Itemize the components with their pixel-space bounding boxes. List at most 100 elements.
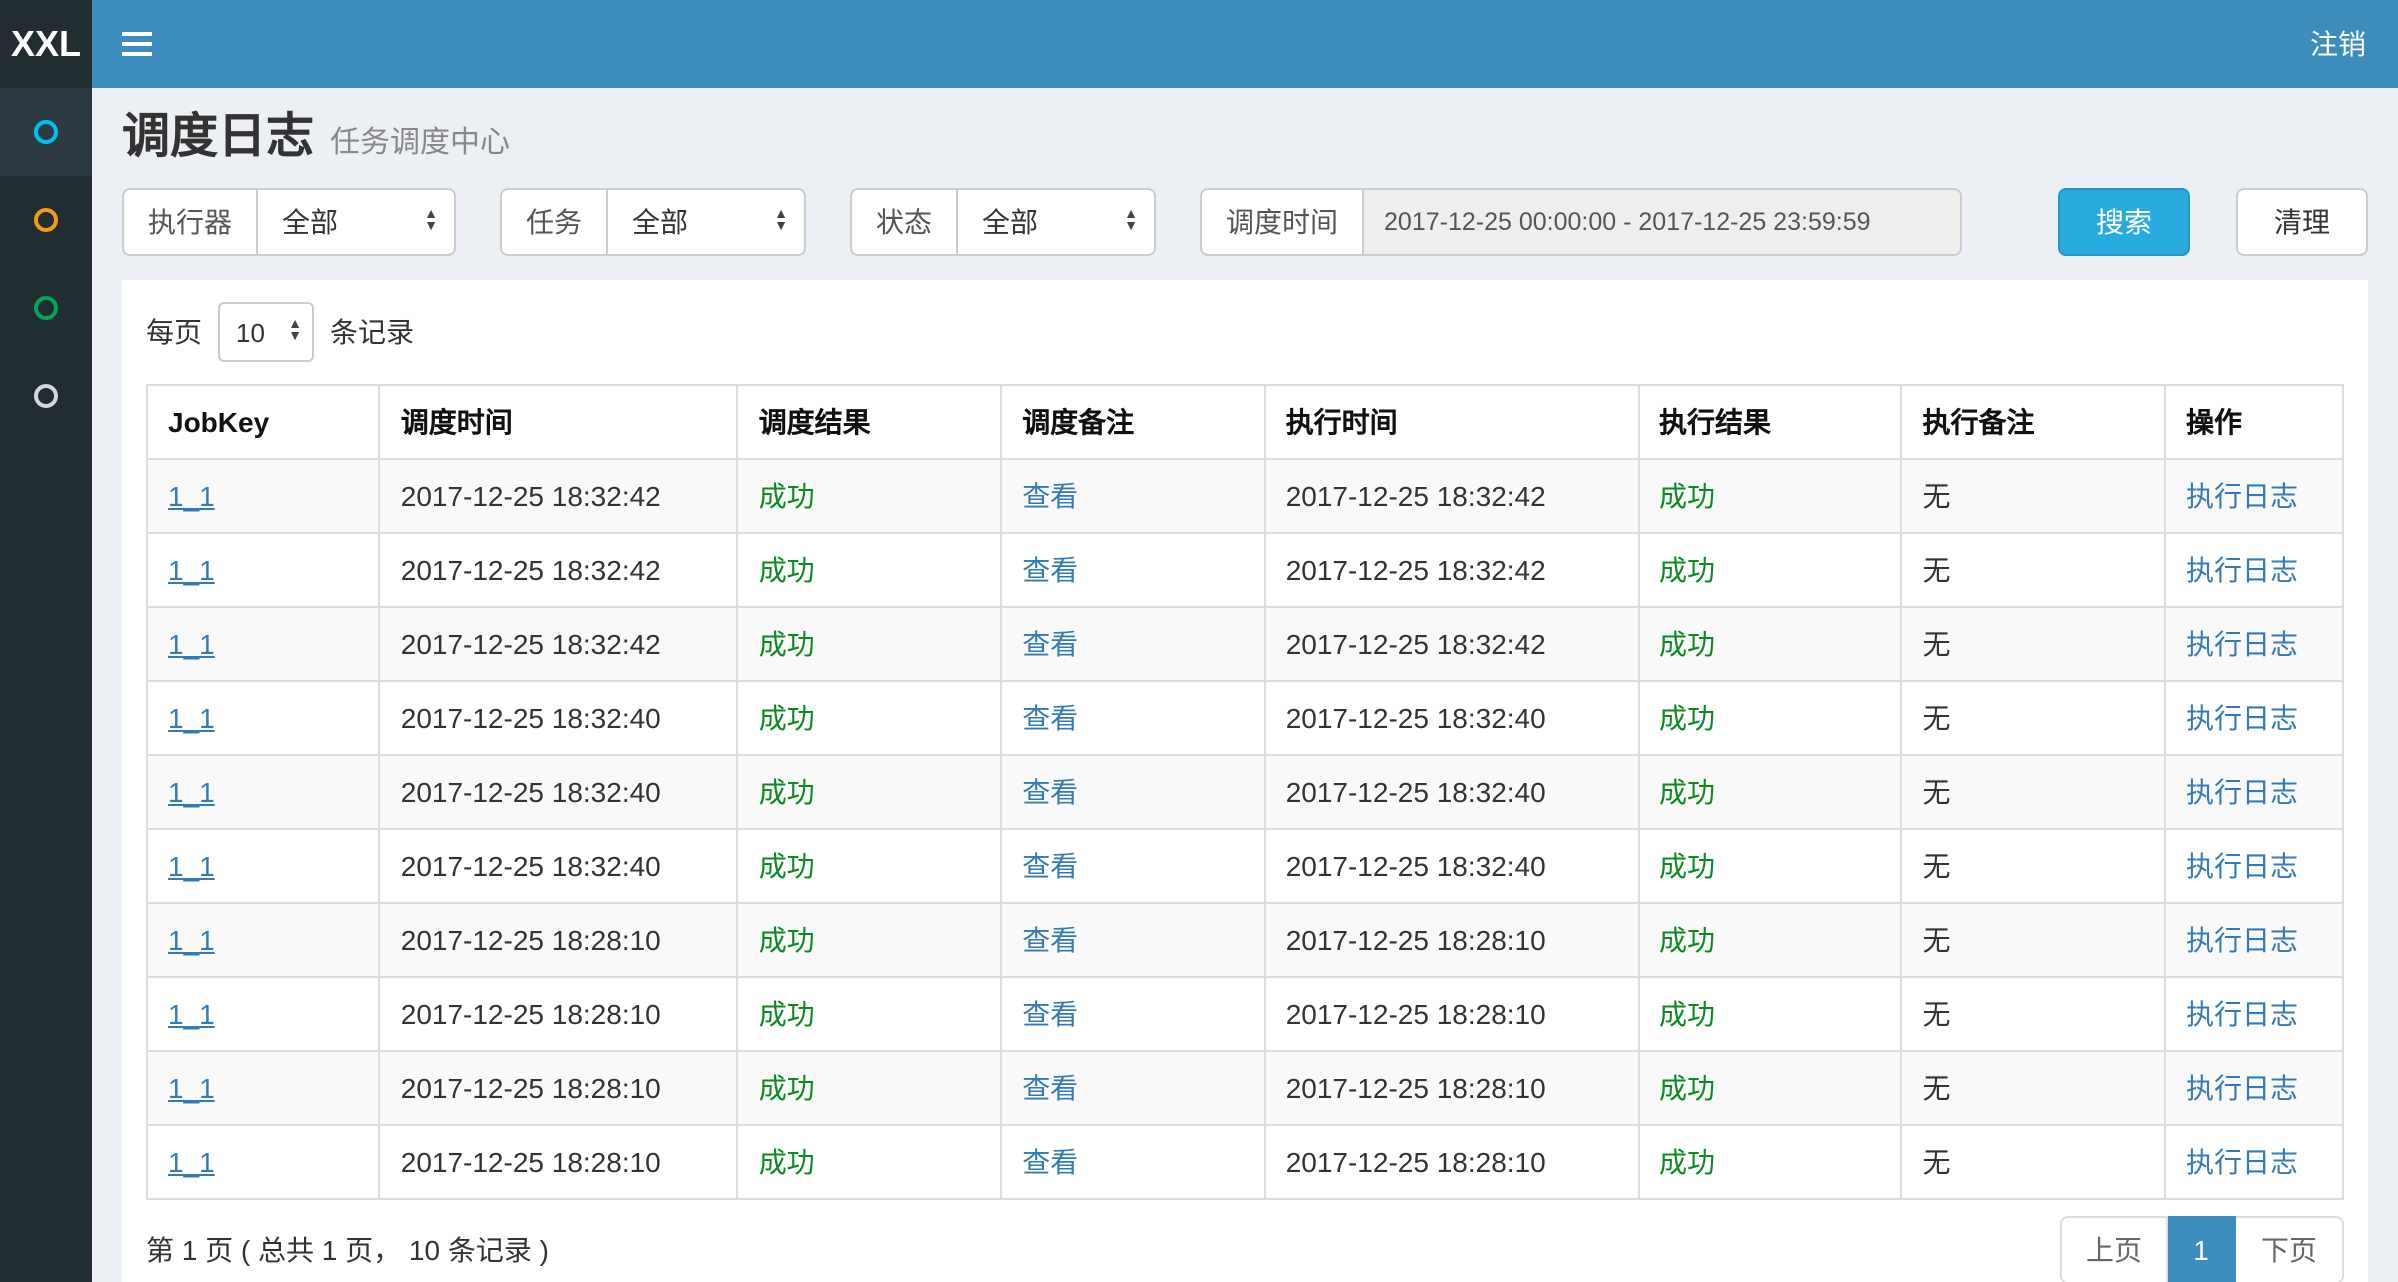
trigger-time-range-input[interactable] (1362, 188, 1962, 256)
job-select[interactable]: 全部 ▲▼ (606, 188, 806, 256)
trigger-result-text: 成功 (759, 1072, 815, 1104)
trigger-result-text: 成功 (759, 850, 815, 882)
table-row: 1_1 2017-12-25 18:32:40 成功 查看 2017-12-25… (147, 829, 2343, 903)
cell-trigger-time: 2017-12-25 18:28:10 (380, 1051, 738, 1125)
handle-result-text: 成功 (1659, 702, 1715, 734)
sidebar-item-4[interactable] (0, 352, 92, 440)
top-navbar: XXL 注销 (0, 0, 2398, 88)
cell-trigger-time: 2017-12-25 18:32:42 (380, 459, 738, 533)
jobkey-link[interactable]: 1_1 (168, 480, 215, 512)
table-row: 1_1 2017-12-25 18:28:10 成功 查看 2017-12-25… (147, 1125, 2343, 1199)
view-trigger-msg-link[interactable]: 查看 (1022, 1072, 1078, 1104)
column-header-trigger-result: 调度结果 (738, 385, 1002, 459)
status-select[interactable]: 全部 ▲▼ (956, 188, 1156, 256)
circle-outline-icon (34, 296, 58, 320)
cell-trigger-result: 成功 (738, 903, 1002, 977)
table-row: 1_1 2017-12-25 18:28:10 成功 查看 2017-12-25… (147, 1051, 2343, 1125)
exec-log-link[interactable]: 执行日志 (2186, 628, 2298, 660)
cell-action: 执行日志 (2165, 533, 2343, 607)
content-header: 调度日志任务调度中心 (92, 88, 2398, 180)
jobkey-link[interactable]: 1_1 (168, 776, 215, 808)
exec-log-link[interactable]: 执行日志 (2186, 924, 2298, 956)
select-arrows-icon: ▲▼ (424, 210, 438, 234)
cell-jobkey: 1_1 (147, 1125, 380, 1199)
view-trigger-msg-link[interactable]: 查看 (1022, 480, 1078, 512)
cell-handle-time: 2017-12-25 18:32:40 (1265, 829, 1638, 903)
pagination-next-button[interactable]: 下页 (2236, 1216, 2344, 1282)
select-arrows-icon: ▲▼ (774, 210, 788, 234)
cell-handle-msg: 无 (1902, 977, 2166, 1051)
jobkey-link[interactable]: 1_1 (168, 1146, 215, 1178)
sidebar-item-1[interactable] (0, 88, 92, 176)
jobkey-link[interactable]: 1_1 (168, 998, 215, 1030)
cell-trigger-msg: 查看 (1001, 977, 1265, 1051)
exec-log-link[interactable]: 执行日志 (2186, 554, 2298, 586)
jobkey-link[interactable]: 1_1 (168, 850, 215, 882)
content-area: 调度日志任务调度中心 执行器 全部 ▲▼ 任务 全部 ▲▼ (92, 88, 2398, 1282)
exec-log-link[interactable]: 执行日志 (2186, 998, 2298, 1030)
view-trigger-msg-link[interactable]: 查看 (1022, 776, 1078, 808)
view-trigger-msg-link[interactable]: 查看 (1022, 924, 1078, 956)
cell-trigger-result: 成功 (738, 533, 1002, 607)
app-logo[interactable]: XXL (0, 0, 92, 88)
search-button[interactable]: 搜索 (2058, 188, 2190, 256)
sidebar-item-3[interactable] (0, 264, 92, 352)
cell-handle-msg: 无 (1902, 459, 2166, 533)
exec-log-link[interactable]: 执行日志 (2186, 1146, 2298, 1178)
view-trigger-msg-link[interactable]: 查看 (1022, 998, 1078, 1030)
trigger-result-text: 成功 (759, 628, 815, 660)
exec-log-link[interactable]: 执行日志 (2186, 1072, 2298, 1104)
circle-outline-icon (34, 208, 58, 232)
sidebar-toggle-button[interactable] (92, 0, 180, 88)
cell-action: 执行日志 (2165, 755, 2343, 829)
trigger-result-text: 成功 (759, 924, 815, 956)
jobkey-link[interactable]: 1_1 (168, 628, 215, 660)
cell-trigger-msg: 查看 (1001, 1051, 1265, 1125)
select-arrows-icon: ▲▼ (288, 320, 302, 344)
jobkey-link[interactable]: 1_1 (168, 924, 215, 956)
cell-trigger-msg: 查看 (1001, 755, 1265, 829)
exec-log-link[interactable]: 执行日志 (2186, 776, 2298, 808)
trigger-result-text: 成功 (759, 554, 815, 586)
exec-log-link[interactable]: 执行日志 (2186, 480, 2298, 512)
pagination-prev-button[interactable]: 上页 (2060, 1216, 2168, 1282)
jobkey-link[interactable]: 1_1 (168, 702, 215, 734)
column-header-action: 操作 (2165, 385, 2343, 459)
executor-select[interactable]: 全部 ▲▼ (256, 188, 456, 256)
cell-trigger-time: 2017-12-25 18:32:42 (380, 607, 738, 681)
cell-trigger-result: 成功 (738, 459, 1002, 533)
cell-jobkey: 1_1 (147, 755, 380, 829)
cell-handle-msg: 无 (1902, 607, 2166, 681)
view-trigger-msg-link[interactable]: 查看 (1022, 850, 1078, 882)
view-trigger-msg-link[interactable]: 查看 (1022, 628, 1078, 660)
column-header-handle-time: 执行时间 (1265, 385, 1638, 459)
page-size-select[interactable]: 10 ▲▼ (218, 302, 314, 362)
jobkey-link[interactable]: 1_1 (168, 554, 215, 586)
cell-handle-msg: 无 (1902, 755, 2166, 829)
pagination-page-1-button[interactable]: 1 (2168, 1216, 2236, 1282)
view-trigger-msg-link[interactable]: 查看 (1022, 1146, 1078, 1178)
cell-trigger-result: 成功 (738, 755, 1002, 829)
sidebar-item-2[interactable] (0, 176, 92, 264)
cell-handle-time: 2017-12-25 18:28:10 (1265, 903, 1638, 977)
sidebar-menu (0, 88, 92, 440)
exec-log-link[interactable]: 执行日志 (2186, 850, 2298, 882)
logout-link[interactable]: 注销 (2278, 0, 2398, 88)
pagination-summary: 第 1 页 ( 总共 1 页， 10 条记录 ) (146, 1230, 549, 1270)
page-size-row: 每页 10 ▲▼ 条记录 (146, 300, 2344, 364)
table-row: 1_1 2017-12-25 18:28:10 成功 查看 2017-12-25… (147, 903, 2343, 977)
main-wrapper: 调度日志任务调度中心 执行器 全部 ▲▼ 任务 全部 ▲▼ (0, 88, 2398, 1282)
cell-handle-result: 成功 (1638, 977, 1902, 1051)
view-trigger-msg-link[interactable]: 查看 (1022, 702, 1078, 734)
cell-handle-time: 2017-12-25 18:32:42 (1265, 533, 1638, 607)
view-trigger-msg-link[interactable]: 查看 (1022, 554, 1078, 586)
exec-log-link[interactable]: 执行日志 (2186, 702, 2298, 734)
job-filter-group: 任务 全部 ▲▼ (500, 188, 806, 256)
jobkey-link[interactable]: 1_1 (168, 1072, 215, 1104)
cell-handle-time: 2017-12-25 18:28:10 (1265, 1051, 1638, 1125)
clear-button[interactable]: 清理 (2236, 188, 2368, 256)
table-row: 1_1 2017-12-25 18:32:40 成功 查看 2017-12-25… (147, 755, 2343, 829)
circle-outline-icon (34, 120, 58, 144)
cell-handle-result: 成功 (1638, 1051, 1902, 1125)
trigger-result-text: 成功 (759, 480, 815, 512)
